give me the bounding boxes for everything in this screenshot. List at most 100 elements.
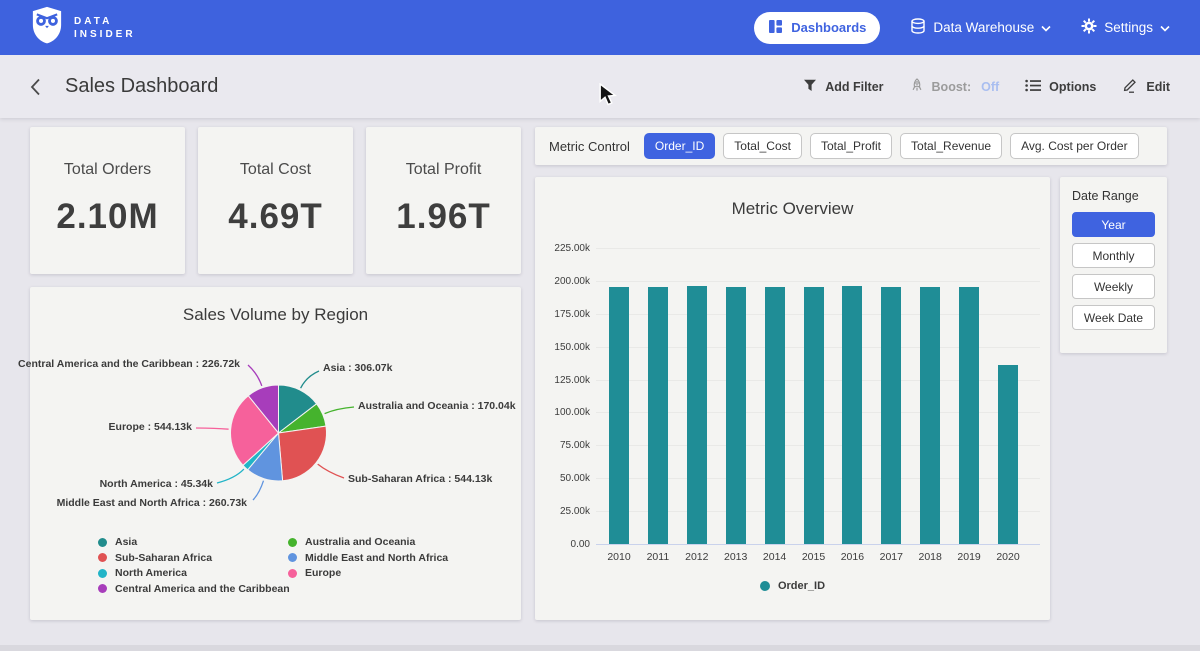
metric-control-bar: Metric Control Order_ID Total_Cost Total_P… (535, 127, 1167, 165)
pie-leader-line (196, 428, 229, 429)
pie-leader-line (217, 469, 244, 483)
options-label: Options (1049, 80, 1096, 94)
pie-label-sub-saharan-africa: Sub-Saharan Africa : 544.13k (348, 473, 492, 485)
date-range-label: Date Range (1072, 189, 1155, 203)
y-axis-tick-label: 100.00k (540, 407, 590, 418)
options-button[interactable]: Options (1025, 79, 1096, 95)
metric-chip-order-id[interactable]: Order_ID (644, 133, 715, 159)
pie-legend-europe[interactable]: Europe (288, 567, 341, 579)
footer-strip (0, 645, 1200, 651)
bar-2020[interactable] (998, 365, 1018, 544)
pie-legend-north-america[interactable]: North America (98, 567, 187, 579)
pie-label-north-america: North America : 45.34k (100, 478, 213, 490)
pie-legend-label: Australia and Oceania (305, 536, 415, 548)
bar-chart-legend[interactable]: Order_ID (535, 580, 1050, 592)
add-filter-label: Add Filter (825, 80, 883, 94)
pie-leader-line (325, 407, 354, 414)
pie-legend-australia-and-oceania[interactable]: Australia and Oceania (288, 536, 415, 548)
chevron-down-icon (1041, 20, 1051, 35)
y-axis-tick-label: 0.00 (540, 539, 590, 550)
nav-data-warehouse-label: Data Warehouse (933, 20, 1034, 35)
boost-label: Boost: (932, 80, 972, 94)
pie-legend-middle-east-and-north-africa[interactable]: Middle East and North Africa (288, 552, 448, 564)
pie-label-australia-and-oceania: Australia and Oceania : 170.04k (358, 400, 516, 412)
y-axis-tick-label: 25.00k (540, 506, 590, 517)
metric-chip-total-revenue[interactable]: Total_Revenue (900, 133, 1002, 159)
pie-leader-line (301, 371, 319, 388)
pie-label-europe: Europe : 544.13k (109, 421, 192, 433)
brand-line1: DATA (74, 15, 136, 28)
nav-settings[interactable]: Settings (1081, 18, 1170, 37)
owl-shield-logo-icon (30, 6, 64, 49)
rocket-icon (910, 78, 924, 96)
nav-dashboards-label: Dashboards (791, 20, 866, 35)
pie-legend-central-america-and-the-caribbean[interactable]: Central America and the Caribbean (98, 583, 290, 595)
y-axis-tick-label: 225.00k (540, 243, 590, 254)
brand-line2: INSIDER (74, 28, 136, 41)
page-header: Sales Dashboard Add Filter Boost:Off (0, 55, 1200, 118)
pie-slice-sub-saharan-africa[interactable] (279, 426, 327, 481)
nav-dashboards-button[interactable]: Dashboards (754, 12, 880, 44)
gridline (596, 544, 1040, 545)
kpi-card-total-profit: Total Profit 1.96T (366, 127, 521, 274)
pie-legend-asia[interactable]: Asia (98, 536, 137, 548)
pie-legend-sub-saharan-africa[interactable]: Sub-Saharan Africa (98, 552, 212, 564)
pie-leader-line (253, 481, 264, 500)
x-axis-tick-label: 2010 (599, 551, 639, 563)
edit-button[interactable]: Edit (1122, 77, 1170, 96)
boost-value: Off (981, 80, 999, 94)
edit-label: Edit (1146, 80, 1170, 94)
add-filter-button[interactable]: Add Filter (803, 79, 883, 95)
chevron-down-icon (1160, 20, 1170, 35)
bar-2017[interactable] (881, 287, 901, 544)
bar-2014[interactable] (765, 287, 785, 544)
metric-overview-chart-card: Metric Overview 0.0025.00k50.00k75.00k10… (535, 177, 1050, 620)
legend-dot (98, 584, 107, 593)
nav-settings-label: Settings (1104, 20, 1153, 35)
pencil-icon (1122, 77, 1138, 96)
y-axis-tick-label: 175.00k (540, 309, 590, 320)
metric-chip-total-profit[interactable]: Total_Profit (810, 133, 892, 159)
date-range-monthly[interactable]: Monthly (1072, 243, 1155, 268)
legend-dot (760, 581, 770, 591)
x-axis-tick-label: 2014 (755, 551, 795, 563)
back-button[interactable] (30, 78, 41, 96)
boost-toggle[interactable]: Boost: Off (910, 78, 1000, 96)
pie-leader-line (318, 464, 344, 478)
kpi-label: Total Profit (406, 161, 482, 179)
pie-legend-label: Central America and the Caribbean (115, 583, 290, 595)
bar-2018[interactable] (920, 287, 940, 544)
bar-2016[interactable] (842, 286, 862, 544)
date-range-year[interactable]: Year (1072, 212, 1155, 237)
y-axis-tick-label: 150.00k (540, 342, 590, 353)
bar-2012[interactable] (687, 286, 707, 544)
bar-2010[interactable] (609, 287, 629, 544)
pie-label-middle-east-and-north-africa: Middle East and North Africa : 260.73k (57, 497, 247, 509)
metric-chip-total-cost[interactable]: Total_Cost (723, 133, 802, 159)
brand-logo[interactable]: DATA INSIDER (30, 6, 136, 49)
bar-2011[interactable] (648, 287, 668, 544)
x-axis-tick-label: 2016 (832, 551, 872, 563)
y-axis-tick-label: 75.00k (540, 440, 590, 451)
legend-dot (288, 569, 297, 578)
pie-legend-label: Asia (115, 536, 137, 548)
bar-legend-label: Order_ID (778, 580, 825, 592)
kpi-card-total-orders: Total Orders 2.10M (30, 127, 185, 274)
bar-2015[interactable] (804, 287, 824, 544)
legend-dot (98, 569, 107, 578)
nav-data-warehouse[interactable]: Data Warehouse (910, 18, 1051, 37)
pie-legend-label: Europe (305, 567, 341, 579)
date-range-panel: Date Range Year Monthly Weekly Week Date (1060, 177, 1167, 353)
gridline (596, 281, 1040, 282)
metric-control-label: Metric Control (549, 139, 630, 154)
date-range-week-date[interactable]: Week Date (1072, 305, 1155, 330)
metric-chip-avg-cost-per-order[interactable]: Avg. Cost per Order (1010, 133, 1139, 159)
gridline (596, 248, 1040, 249)
bar-chart-title: Metric Overview (535, 199, 1050, 219)
x-axis-tick-label: 2018 (910, 551, 950, 563)
date-range-weekly[interactable]: Weekly (1072, 274, 1155, 299)
database-icon (910, 18, 926, 37)
bar-2019[interactable] (959, 287, 979, 544)
bar-2013[interactable] (726, 287, 746, 544)
kpi-value: 4.69T (228, 197, 323, 237)
